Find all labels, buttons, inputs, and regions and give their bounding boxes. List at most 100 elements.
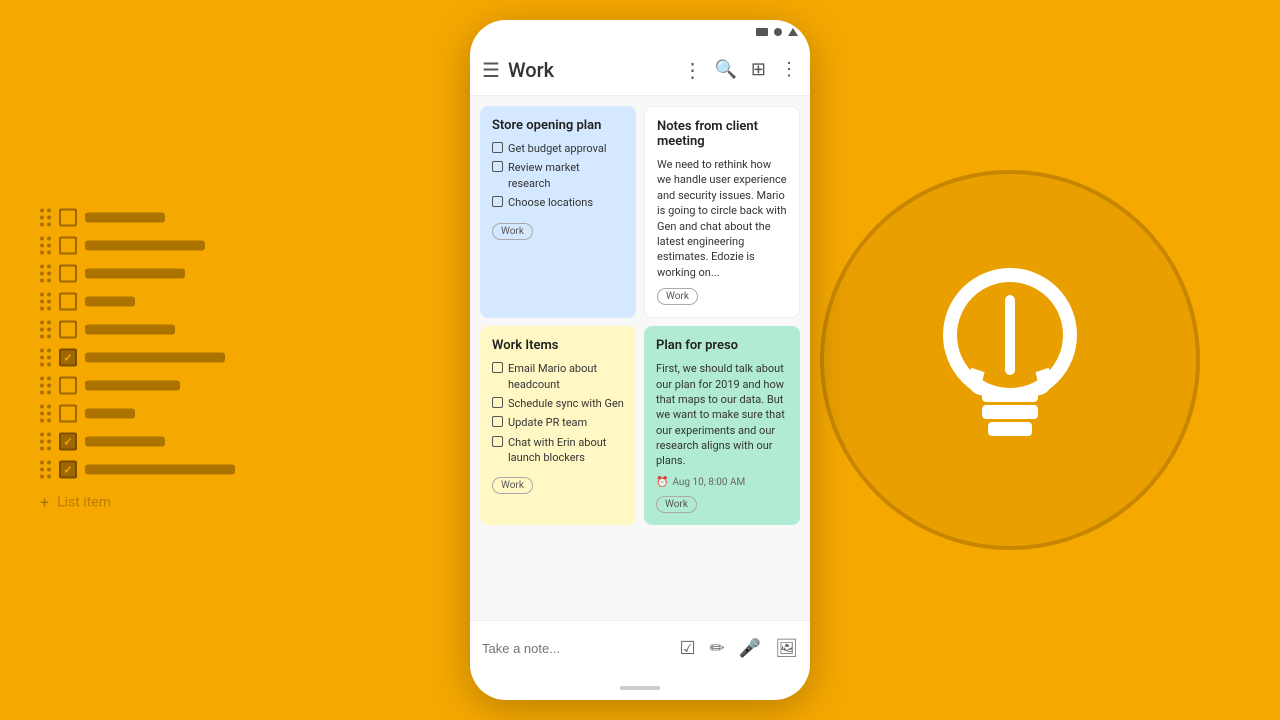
- checkbox[interactable]: [59, 209, 77, 227]
- checkbox[interactable]: [59, 377, 77, 395]
- checkbox-icon[interactable]: ☑: [679, 638, 695, 659]
- list-item-bar: [85, 437, 165, 447]
- battery-icon: [788, 28, 798, 36]
- checkbox-checked[interactable]: [59, 433, 77, 451]
- list-item-bar: [85, 297, 135, 307]
- phone-notes-content: Store opening plan Get budget approval R…: [470, 96, 810, 620]
- item-checkbox[interactable]: [492, 142, 503, 153]
- take-note-input[interactable]: [482, 641, 679, 656]
- phone-status-bar: [470, 20, 810, 44]
- lightbulb-decoration: [820, 170, 1200, 550]
- note-body: First, we should talk about our plan for…: [656, 361, 788, 469]
- clock-icon: ⏰: [656, 477, 668, 488]
- drag-handle[interactable]: [40, 293, 51, 311]
- list-row: [40, 265, 235, 283]
- list-item-bar: [85, 409, 135, 419]
- drag-handle[interactable]: [40, 433, 51, 451]
- note-tag[interactable]: Work: [656, 496, 697, 513]
- note-title: Plan for preso: [656, 338, 788, 353]
- note-tag[interactable]: Work: [492, 477, 533, 494]
- toolbar-right-icons: 🔍 ⊞ ⋮: [714, 59, 798, 80]
- drag-handle[interactable]: [40, 321, 51, 339]
- phone-toolbar: ☰ Work ⋮ 🔍 ⊞ ⋮: [470, 44, 810, 96]
- overflow-menu-icon[interactable]: ⋮: [780, 59, 798, 80]
- note-item: Update PR team: [492, 415, 624, 430]
- lightbulb-icon: [910, 250, 1110, 470]
- home-bar-pill: [620, 686, 660, 690]
- pen-icon[interactable]: ✏: [710, 638, 725, 659]
- item-checkbox[interactable]: [492, 362, 503, 373]
- image-icon[interactable]: 🖼: [775, 638, 798, 659]
- list-row: [40, 405, 235, 423]
- note-body: We need to rethink how we handle user ex…: [657, 157, 787, 280]
- mic-icon[interactable]: 🎤: [739, 638, 761, 659]
- note-item-text: Update PR team: [508, 415, 587, 430]
- checkbox[interactable]: [59, 237, 77, 255]
- item-checkbox[interactable]: [492, 416, 503, 427]
- more-vert-icon[interactable]: ⋮: [682, 58, 702, 82]
- note-item: Choose locations: [492, 195, 624, 210]
- drag-handle[interactable]: [40, 349, 51, 367]
- checkbox-checked[interactable]: [59, 461, 77, 479]
- add-label: List item: [57, 494, 111, 510]
- note-title: Work Items: [492, 338, 624, 353]
- drag-handle[interactable]: [40, 237, 51, 255]
- bulb-circle: [820, 170, 1200, 550]
- note-store-opening-plan[interactable]: Store opening plan Get budget approval R…: [480, 106, 636, 318]
- add-list-item-row[interactable]: + List item: [40, 493, 235, 512]
- checkbox[interactable]: [59, 293, 77, 311]
- add-icon: +: [40, 493, 49, 512]
- signal-icon: [756, 28, 768, 36]
- phone-home-bar: [470, 676, 810, 700]
- menu-icon[interactable]: ☰: [482, 58, 500, 82]
- note-item-text: Review market research: [508, 160, 624, 191]
- wifi-icon: [774, 28, 782, 36]
- drag-handle[interactable]: [40, 265, 51, 283]
- list-item-bar: [85, 465, 235, 475]
- drag-handle[interactable]: [40, 377, 51, 395]
- note-item: Schedule sync with Gen: [492, 396, 624, 411]
- note-item: Email Mario about headcount: [492, 361, 624, 392]
- list-item-bar: [85, 269, 185, 279]
- note-tag[interactable]: Work: [492, 223, 533, 240]
- note-timestamp: ⏰ Aug 10, 8:00 AM: [656, 477, 788, 488]
- list-row: [40, 433, 235, 451]
- search-icon[interactable]: 🔍: [714, 59, 736, 80]
- list-item-bar: [85, 381, 180, 391]
- item-checkbox[interactable]: [492, 397, 503, 408]
- note-title: Store opening plan: [492, 118, 624, 133]
- note-item-text: Chat with Erin about launch blockers: [508, 435, 624, 466]
- checkbox-checked[interactable]: [59, 349, 77, 367]
- list-row: [40, 349, 235, 367]
- note-work-items[interactable]: Work Items Email Mario about headcount S…: [480, 326, 636, 525]
- note-item-text: Get budget approval: [508, 141, 607, 156]
- notes-grid: Store opening plan Get budget approval R…: [480, 106, 800, 525]
- checkbox[interactable]: [59, 321, 77, 339]
- checkbox[interactable]: [59, 265, 77, 283]
- list-row: [40, 377, 235, 395]
- list-item-bar: [85, 213, 165, 223]
- item-checkbox[interactable]: [492, 196, 503, 207]
- phone-bottom-bar: ☑ ✏ 🎤 🖼: [470, 620, 810, 676]
- drag-handle[interactable]: [40, 209, 51, 227]
- list-row: [40, 293, 235, 311]
- note-tag[interactable]: Work: [657, 288, 698, 305]
- note-item-text: Choose locations: [508, 195, 593, 210]
- left-checklist-panel: + List item: [40, 209, 235, 512]
- checkbox[interactable]: [59, 405, 77, 423]
- drag-handle[interactable]: [40, 405, 51, 423]
- grid-view-icon[interactable]: ⊞: [751, 59, 766, 80]
- drag-handle[interactable]: [40, 461, 51, 479]
- phone-mockup: ☰ Work ⋮ 🔍 ⊞ ⋮ Store opening plan Get bu…: [470, 20, 810, 700]
- list-row: [40, 237, 235, 255]
- note-client-meeting[interactable]: Notes from client meeting We need to ret…: [644, 106, 800, 318]
- note-item: Chat with Erin about launch blockers: [492, 435, 624, 466]
- toolbar-title: Work: [508, 58, 683, 82]
- item-checkbox[interactable]: [492, 161, 503, 172]
- item-checkbox[interactable]: [492, 436, 503, 447]
- note-item-text: Schedule sync with Gen: [508, 396, 624, 411]
- note-title: Notes from client meeting: [657, 119, 787, 149]
- note-plan-preso[interactable]: Plan for preso First, we should talk abo…: [644, 326, 800, 525]
- note-item-text: Email Mario about headcount: [508, 361, 624, 392]
- list-item-bar: [85, 353, 225, 363]
